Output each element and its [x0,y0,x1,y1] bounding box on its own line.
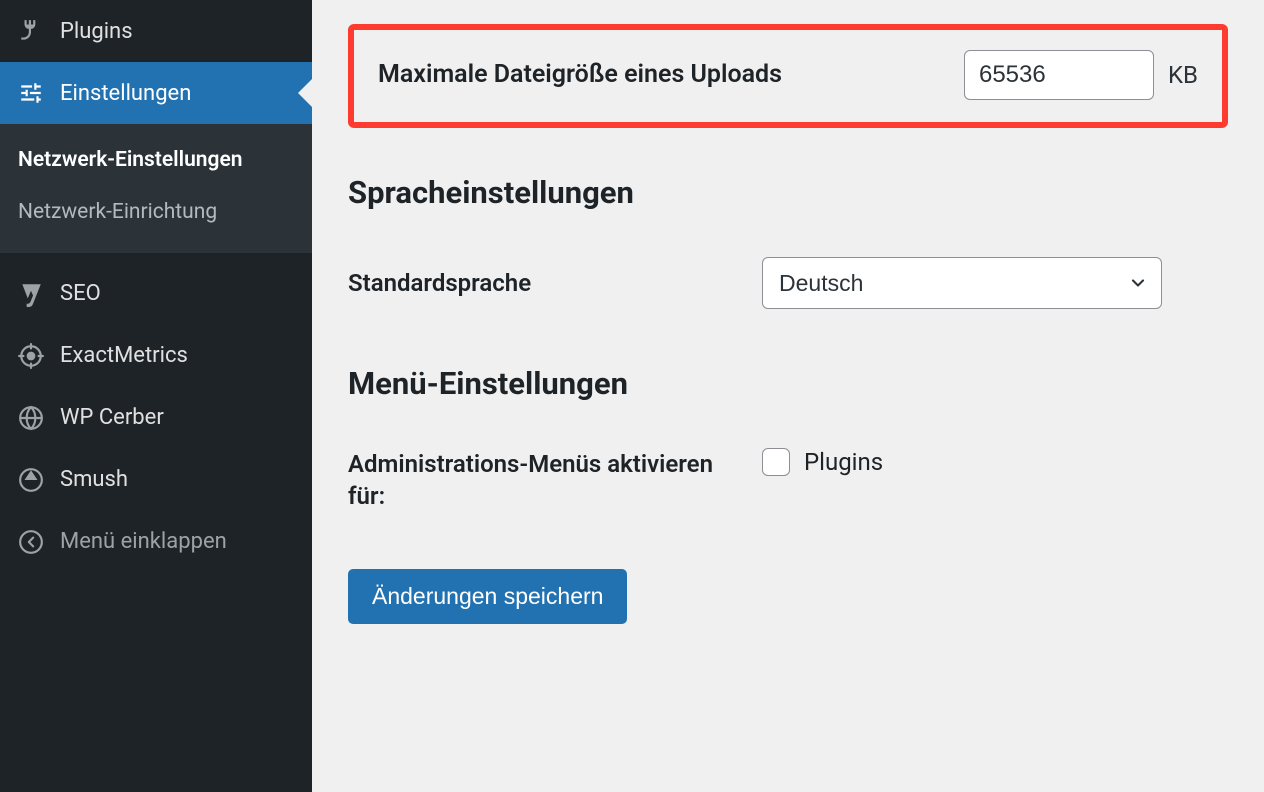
default-language-select[interactable]: Deutsch [762,257,1162,309]
sidebar-collapse-label: Menü einklappen [60,529,227,554]
language-heading: Spracheinstellungen [348,174,1228,211]
sidebar-collapse[interactable]: Menü einklappen [0,511,312,573]
admin-menus-row: Administrations-Menüs aktivieren für: Pl… [348,448,1228,513]
submenu-item-label: Netzwerk-Einstellungen [18,148,243,172]
sidebar-item-exactmetrics[interactable]: ExactMetrics [0,325,312,387]
admin-sidebar: Plugins Einstellungen Netzwerk-Einstellu… [0,0,312,792]
plugins-checkbox-label[interactable]: Plugins [804,448,883,476]
plugins-checkbox-row: Plugins [762,448,1228,476]
sidebar-item-label: ExactMetrics [60,343,188,368]
max-upload-label: Maximale Dateigröße eines Uploads [378,58,940,92]
max-upload-field: KB [964,50,1198,100]
admin-menus-label: Administrations-Menüs aktivieren für: [348,448,738,513]
max-upload-input[interactable] [964,50,1154,100]
sidebar-item-wpcerber[interactable]: WP Cerber [0,387,312,449]
default-language-label: Standardsprache [348,267,738,299]
sidebar-item-settings[interactable]: Einstellungen [0,62,312,124]
sliders-icon [16,78,46,108]
target-icon [16,341,46,371]
sidebar-item-label: WP Cerber [60,405,164,430]
sidebar-item-label: SEO [60,281,101,306]
default-language-row: Standardsprache Deutsch [348,257,1228,309]
plug-icon [16,16,46,46]
max-upload-unit: KB [1168,61,1198,89]
plugins-checkbox[interactable] [762,448,790,476]
submenu-item-label: Netzwerk-Einrichtung [18,200,217,224]
sidebar-item-smush[interactable]: Smush [0,449,312,511]
sidebar-item-label: Smush [60,467,128,492]
menu-settings-heading: Menü-Einstellungen [348,365,1228,402]
sidebar-item-seo[interactable]: SEO [0,263,312,325]
sidebar-separator [0,253,312,263]
sidebar-submenu: Netzwerk-Einstellungen Netzwerk-Einricht… [0,124,312,253]
smush-icon [16,465,46,495]
sidebar-item-label: Plugins [60,19,133,44]
submenu-item-network-setup[interactable]: Netzwerk-Einrichtung [0,186,312,238]
yoast-icon [16,279,46,309]
max-upload-row: Maximale Dateigröße eines Uploads KB [348,24,1228,128]
collapse-icon [16,527,46,557]
globe-shield-icon [16,403,46,433]
settings-content: Maximale Dateigröße eines Uploads KB Spr… [312,0,1264,792]
default-language-select-wrap: Deutsch [762,257,1162,309]
submenu-item-network-settings[interactable]: Netzwerk-Einstellungen [0,134,312,186]
save-button[interactable]: Änderungen speichern [348,569,627,624]
sidebar-item-label: Einstellungen [60,81,191,106]
sidebar-item-plugins[interactable]: Plugins [0,0,312,62]
